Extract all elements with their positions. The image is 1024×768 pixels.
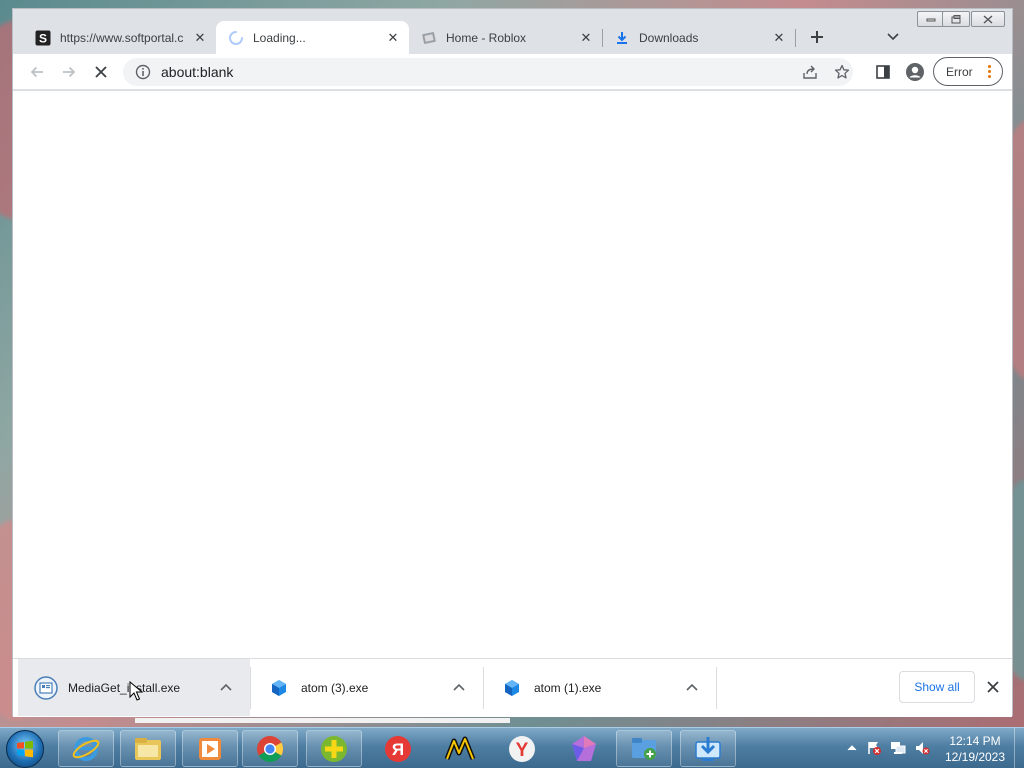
shelf-separator bbox=[716, 667, 717, 709]
svg-text:S: S bbox=[39, 31, 47, 45]
star-icon bbox=[834, 64, 850, 79]
yandex-browser-icon[interactable]: Я bbox=[370, 730, 426, 767]
tab-title: Loading... bbox=[253, 30, 306, 45]
close-icon[interactable]: ✕ bbox=[578, 30, 594, 46]
plus-app-icon[interactable] bbox=[306, 730, 362, 767]
clock-date: 12/19/2023 bbox=[944, 750, 1006, 764]
bookmark-button[interactable] bbox=[828, 58, 856, 86]
show-desktop-button[interactable] bbox=[1014, 728, 1024, 768]
tab-loading[interactable]: Loading... ✕ bbox=[216, 21, 409, 54]
download-filename: atom (1).exe bbox=[534, 680, 602, 695]
music-app-icon[interactable] bbox=[432, 730, 488, 767]
url-text: about:blank bbox=[161, 64, 234, 80]
download-filename: atom (3).exe bbox=[301, 680, 369, 695]
stop-loading-button[interactable] bbox=[87, 58, 115, 86]
tab-title: https://www.softportal.c bbox=[60, 30, 184, 45]
close-icon bbox=[987, 681, 999, 693]
download-item[interactable]: atom (1).exe bbox=[484, 659, 716, 716]
download-icon bbox=[614, 30, 630, 46]
yandex-icon[interactable]: Y bbox=[494, 730, 550, 767]
internet-explorer-icon[interactable] bbox=[58, 730, 114, 767]
minimize-icon bbox=[926, 18, 936, 22]
atom-package-icon bbox=[500, 676, 524, 700]
media-player-icon[interactable] bbox=[182, 730, 238, 767]
info-icon bbox=[135, 64, 151, 80]
back-arrow-icon bbox=[30, 66, 43, 78]
close-icon[interactable]: ✕ bbox=[192, 30, 208, 46]
error-label: Error bbox=[946, 64, 973, 79]
plus-icon bbox=[811, 31, 823, 43]
mouse-cursor-icon bbox=[129, 681, 143, 701]
windows-logo-icon bbox=[17, 740, 33, 758]
horizontal-scrollbar[interactable] bbox=[135, 718, 510, 723]
tab-title: Home - Roblox bbox=[446, 30, 527, 45]
downloads-shelf: MediaGet_install.exe atom (3).exe atom (… bbox=[13, 658, 1012, 717]
share-icon bbox=[803, 65, 817, 79]
page-content[interactable] bbox=[13, 90, 1012, 658]
svg-text:Я: Я bbox=[392, 740, 404, 759]
start-button[interactable] bbox=[6, 730, 44, 768]
svg-text:Y: Y bbox=[516, 740, 529, 761]
show-all-button[interactable]: Show all bbox=[899, 671, 975, 703]
system-tray: 12:14 PM 12/19/2023 bbox=[840, 728, 1024, 768]
download-filename: MediaGet_install.exe bbox=[68, 680, 181, 695]
minimize-button[interactable] bbox=[917, 11, 945, 27]
tab-downloads[interactable]: Downloads ✕ bbox=[602, 21, 795, 54]
side-panel-icon bbox=[876, 65, 890, 79]
volume-muted-icon[interactable] bbox=[914, 740, 930, 756]
chevron-up-icon[interactable] bbox=[684, 679, 700, 695]
restore-icon bbox=[951, 14, 961, 23]
side-panel-button[interactable] bbox=[869, 58, 897, 86]
address-bar[interactable]: about:blank bbox=[123, 58, 853, 86]
forward-arrow-icon bbox=[63, 66, 76, 78]
download-manager-icon[interactable] bbox=[680, 730, 736, 767]
tab-strip: S https://www.softportal.c ✕ Loading... … bbox=[13, 9, 1012, 54]
chevron-down-icon bbox=[887, 33, 899, 41]
windows-taskbar: Я Y 12:14 PM 12/19/2023 bbox=[0, 727, 1024, 768]
close-icon bbox=[983, 14, 993, 24]
chevron-up-icon bbox=[847, 745, 857, 751]
browser-toolbar: about:blank Error bbox=[13, 54, 1012, 89]
loading-spinner-icon bbox=[228, 30, 244, 46]
share-button[interactable] bbox=[796, 58, 824, 86]
roblox-icon bbox=[421, 30, 437, 46]
new-tab-button[interactable] bbox=[805, 25, 829, 49]
show-hidden-icons-button[interactable] bbox=[844, 740, 860, 756]
chrome-icon[interactable] bbox=[242, 730, 298, 767]
back-button[interactable] bbox=[23, 58, 51, 86]
avatar-icon bbox=[906, 63, 924, 81]
atom-package-icon bbox=[267, 676, 291, 700]
tab-search-button[interactable] bbox=[883, 27, 903, 47]
restore-button[interactable] bbox=[942, 11, 970, 27]
windows-explorer-icon[interactable] bbox=[120, 730, 176, 767]
forward-button[interactable] bbox=[55, 58, 83, 86]
error-menu-button[interactable]: Error bbox=[933, 57, 1003, 86]
window-close-button[interactable] bbox=[971, 11, 1005, 27]
folder-add-icon[interactable] bbox=[616, 730, 672, 767]
chevron-up-icon[interactable] bbox=[451, 679, 467, 695]
chrome-window: S https://www.softportal.c ✕ Loading... … bbox=[12, 8, 1013, 717]
tab-softportal[interactable]: S https://www.softportal.c ✕ bbox=[23, 21, 216, 54]
tab-roblox[interactable]: Home - Roblox ✕ bbox=[409, 21, 602, 54]
action-center-icon[interactable] bbox=[866, 740, 882, 756]
chevron-up-icon[interactable] bbox=[218, 679, 234, 695]
close-icon[interactable]: ✕ bbox=[771, 30, 787, 46]
softportal-icon: S bbox=[35, 30, 51, 46]
system-clock[interactable]: 12:14 PM 12/19/2023 bbox=[940, 733, 1010, 765]
close-shelf-button[interactable] bbox=[983, 677, 1003, 697]
network-icon[interactable] bbox=[890, 740, 906, 756]
close-icon[interactable]: ✕ bbox=[385, 30, 401, 46]
tab-separator bbox=[795, 29, 796, 47]
kebab-menu-icon bbox=[988, 65, 992, 78]
stop-x-icon bbox=[95, 66, 107, 78]
clock-time: 12:14 PM bbox=[949, 734, 1001, 748]
tab-title: Downloads bbox=[639, 30, 699, 45]
gem-app-icon[interactable] bbox=[556, 730, 612, 767]
mediaget-icon bbox=[34, 675, 58, 700]
profile-button[interactable] bbox=[901, 58, 929, 86]
download-item[interactable]: atom (3).exe bbox=[251, 659, 483, 716]
